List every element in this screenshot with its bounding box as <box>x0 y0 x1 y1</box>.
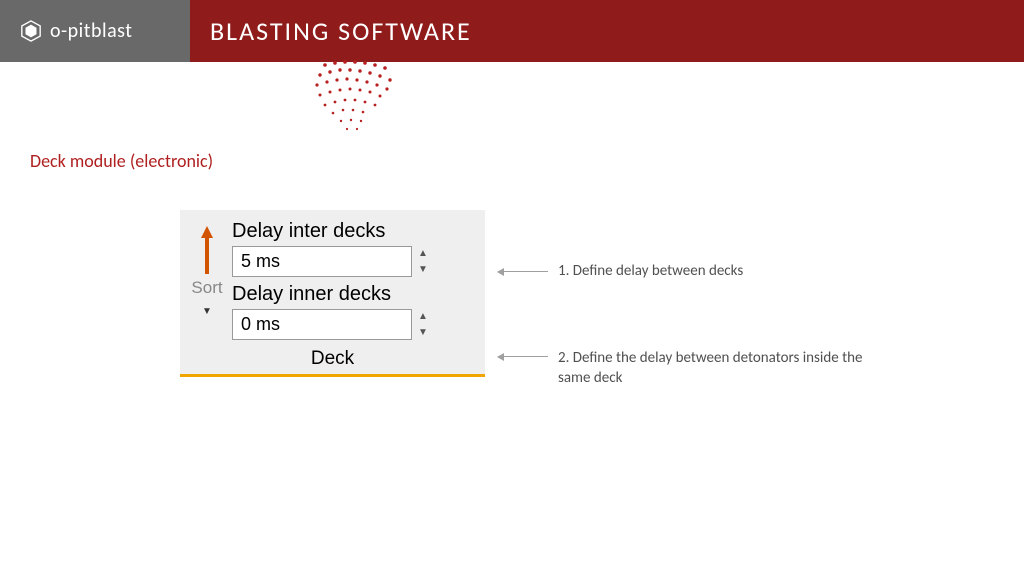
header: o-pitblast BLASTING SOFTWARE <box>0 0 1024 62</box>
spinner-down-icon[interactable]: ▼ <box>418 328 428 338</box>
sort-dropdown-button[interactable]: ▼ <box>202 302 212 317</box>
arrow-left-icon <box>498 356 548 357</box>
annotation-2-text: 2. Define the delay between detonators i… <box>558 348 888 389</box>
spinner-up-icon[interactable]: ▲ <box>418 249 428 259</box>
delay-inner-decks-label: Delay inner decks <box>232 283 477 306</box>
header-brand-block: o-pitblast <box>0 0 190 62</box>
decorative-dots-graphic <box>295 55 435 145</box>
arrow-left-icon <box>498 271 548 272</box>
annotation-2: 2. Define the delay between detonators i… <box>498 348 888 389</box>
panel-footer-label: Deck <box>188 346 477 370</box>
brand-logo-icon <box>20 20 42 42</box>
deck-panel: Sort ▼ Delay inter decks 5 ms ▲ ▼ Delay … <box>180 210 485 377</box>
brand-text: o-pitblast <box>50 19 132 43</box>
sort-column: Sort ▼ <box>188 220 226 346</box>
header-title: BLASTING SOFTWARE <box>210 15 472 47</box>
spinner-up-icon[interactable]: ▲ <box>418 312 428 322</box>
delay-inner-decks-input[interactable]: 0 ms <box>232 309 412 340</box>
annotation-1-text: 1. Define delay between decks <box>558 261 743 281</box>
section-title: Deck module (electronic) <box>30 150 213 172</box>
annotation-1: 1. Define delay between decks <box>498 261 743 281</box>
header-title-block: BLASTING SOFTWARE <box>190 0 1024 62</box>
delay-inter-decks-label: Delay inter decks <box>232 220 477 243</box>
delay-inner-decks-spinner[interactable]: ▲ ▼ <box>418 312 428 338</box>
spinner-down-icon[interactable]: ▼ <box>418 265 428 275</box>
delay-inter-decks-input[interactable]: 5 ms <box>232 246 412 277</box>
delay-inter-decks-spinner[interactable]: ▲ ▼ <box>418 249 428 275</box>
sort-label: Sort <box>191 278 222 298</box>
sort-arrow-up-icon <box>199 226 215 274</box>
